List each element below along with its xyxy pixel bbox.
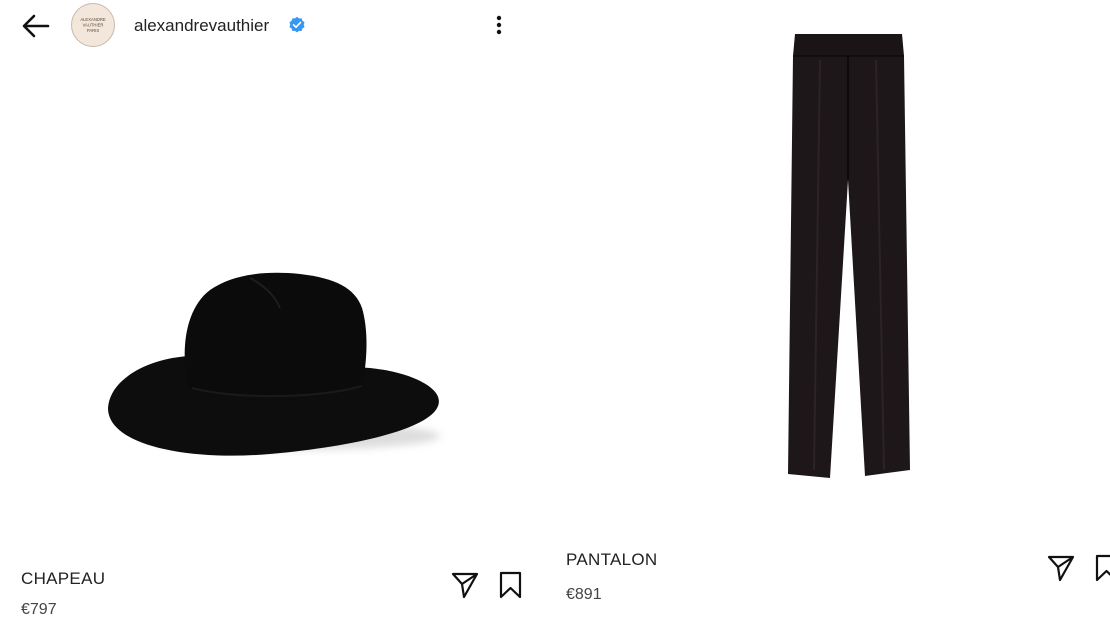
bookmark-icon [1095, 554, 1110, 582]
back-button[interactable] [20, 10, 52, 42]
brand-logo: ALEXANDRE VAUTHIER PARIS [80, 17, 106, 33]
save-button-trousers[interactable] [1093, 553, 1110, 583]
product-image-trousers[interactable] [780, 30, 915, 482]
bookmark-icon [499, 571, 522, 599]
share-button-hat[interactable] [450, 570, 480, 600]
share-button-trousers[interactable] [1046, 553, 1076, 583]
verified-badge-icon [289, 16, 305, 33]
profile-header: ALEXANDRE VAUTHIER PARIS alexandrevauthi… [0, 0, 530, 50]
send-icon [1047, 555, 1075, 582]
product-price-trousers: €891 [566, 586, 602, 603]
product-name-hat[interactable]: CHAPEAU [21, 569, 105, 589]
send-icon [451, 572, 479, 599]
avatar-line-2: VAUTHIER [83, 23, 104, 28]
avatar[interactable]: ALEXANDRE VAUTHIER PARIS [71, 3, 115, 47]
more-options-button[interactable] [488, 13, 510, 39]
save-button-hat[interactable] [497, 570, 527, 600]
product-image-hat[interactable] [100, 268, 450, 468]
product-name-trousers[interactable]: PANTALON [566, 550, 658, 570]
avatar-line-1: ALEXANDRE [80, 17, 106, 22]
username[interactable]: alexandrevauthier [134, 16, 269, 36]
avatar-line-3: PARIS [87, 28, 99, 33]
more-vertical-icon [496, 15, 502, 35]
product-price-hat: €797 [21, 601, 57, 618]
arrow-left-icon [22, 14, 50, 38]
